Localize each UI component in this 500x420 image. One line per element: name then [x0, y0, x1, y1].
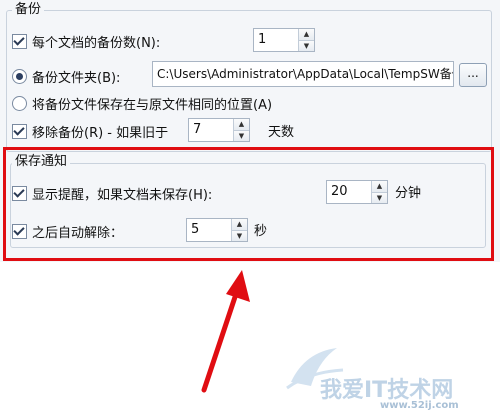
stepper-up-icon[interactable]: ▲ [234, 119, 249, 130]
stepper-up-icon[interactable]: ▲ [299, 29, 314, 40]
per-doc-backup-stepper[interactable]: 1 ▲ ▼ [253, 28, 315, 52]
backup-folder-path-input[interactable]: C:\Users\Administrator\AppData\Local\Tem… [152, 61, 454, 87]
remove-backup-label: 移除备份(R) - 如果旧于 [32, 126, 169, 141]
annotation-arrow-icon [201, 270, 250, 393]
browse-button[interactable]: ... [459, 63, 487, 87]
remove-backup-value[interactable]: 7 [189, 119, 233, 141]
stepper-down-icon[interactable]: ▼ [234, 129, 249, 141]
remove-backup-stepper[interactable]: 7 ▲ ▼ [188, 118, 250, 142]
backup-folder-label: 备份文件夹(B): [32, 71, 121, 86]
backup-folder-radio[interactable] [12, 69, 27, 84]
per-doc-backup-checkbox[interactable] [12, 34, 27, 49]
same-location-label: 将备份文件保存在与原文件相同的位置(A) [32, 98, 273, 113]
backup-folder-row: 备份文件夹(B): [12, 67, 120, 86]
remove-backup-unit: 天数 [268, 125, 295, 140]
remove-backup-row: 移除备份(R) - 如果旧于 [12, 122, 168, 141]
watermark-url: www.52ij.com [380, 400, 459, 411]
backup-group-title: 备份 [12, 2, 45, 18]
per-doc-backup-value[interactable]: 1 [254, 29, 298, 51]
remove-backup-checkbox[interactable] [12, 124, 27, 139]
per-doc-backup-label: 每个文档的备份数(N): [32, 36, 161, 51]
stepper-down-icon[interactable]: ▼ [299, 39, 314, 51]
same-location-row: 将备份文件保存在与原文件相同的位置(A) [12, 94, 272, 113]
per-doc-backup-row: 每个文档的备份数(N): [12, 32, 160, 51]
same-location-radio[interactable] [12, 96, 27, 111]
annotation-highlight-box [3, 147, 494, 261]
